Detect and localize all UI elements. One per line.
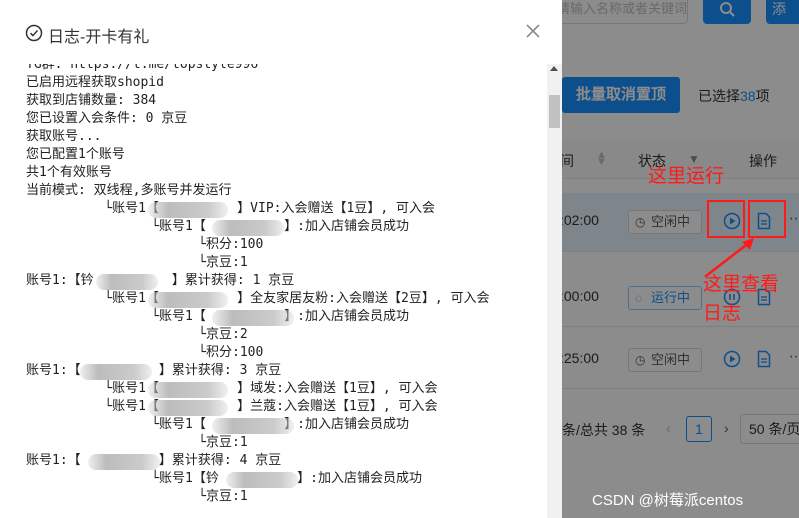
log-line: 您已设置入会条件: 0 京豆: [26, 111, 188, 126]
redaction-blur: [148, 382, 228, 398]
log-scrollbar[interactable]: [547, 64, 562, 518]
log-line: └京豆:1: [26, 489, 248, 504]
log-line: └京豆:1: [26, 255, 248, 270]
redaction-blur: [148, 400, 228, 416]
redaction-blur: [88, 454, 160, 470]
log-line: └积分:100: [26, 237, 264, 252]
log-line: └账号1【 】兰蔻:入会赠送【1豆】, 可入会: [26, 399, 438, 414]
log-line: 您已配置1个账号: [26, 147, 125, 162]
log-line: └京豆:2: [26, 327, 248, 342]
redaction-blur: [226, 472, 298, 488]
log-line: 获取账号...: [26, 129, 102, 144]
log-line: └账号1【 】全友家居友粉:入会赠送【2豆】, 可入会: [26, 291, 490, 306]
log-line: 共1个有效账号: [26, 165, 112, 180]
scroll-up-icon[interactable]: [550, 66, 558, 71]
annotation-log-line1: 这里查看: [703, 274, 780, 295]
check-circle-icon: [25, 24, 43, 42]
redaction-blur: [80, 364, 152, 380]
redaction-blur: [148, 202, 228, 218]
log-line: └京豆:1: [26, 435, 248, 450]
redaction-blur: [212, 220, 284, 236]
annotation-run: 这里运行: [648, 166, 725, 187]
redaction-blur: [212, 310, 294, 326]
log-line: └账号1【 】域发:入会赠送【1豆】, 可入会: [26, 381, 438, 396]
redaction-blur: [96, 274, 158, 290]
log-line: 账号1:【 】累计获得: 3 京豆: [26, 363, 282, 378]
log-line: └账号1【 】VIP:入会赠送【1豆】, 可入会: [26, 201, 435, 216]
annotation-log-line2: 日志: [703, 303, 742, 324]
close-icon[interactable]: [522, 20, 544, 42]
log-line: TG群: https://t.me/topstyle996: [26, 64, 259, 72]
log-modal: 日志-开卡有礼 TG群: https://t.me/topstyle996 已启…: [0, 0, 562, 518]
redaction-blur: [148, 292, 228, 308]
log-line: 获取到店铺数量: 384: [26, 93, 157, 108]
scrollbar-thumb[interactable]: [549, 95, 560, 128]
log-line: └积分:100: [26, 345, 264, 360]
watermark: CSDN @树莓派centos: [592, 492, 744, 509]
modal-title: 日志-开卡有礼: [48, 29, 150, 46]
log-line: └账号1【钤 】:加入店铺会员成功: [26, 471, 422, 486]
log-line: 已启用远程获取shopid: [26, 75, 164, 90]
log-line: 当前模式: 双线程,多账号并发运行: [26, 183, 232, 198]
log-output[interactable]: TG群: https://t.me/topstyle996 已启用远程获取sho…: [14, 64, 562, 518]
redaction-blur: [212, 418, 294, 434]
log-line: 账号1:【钤 】累计获得: 1 京豆: [26, 273, 295, 288]
